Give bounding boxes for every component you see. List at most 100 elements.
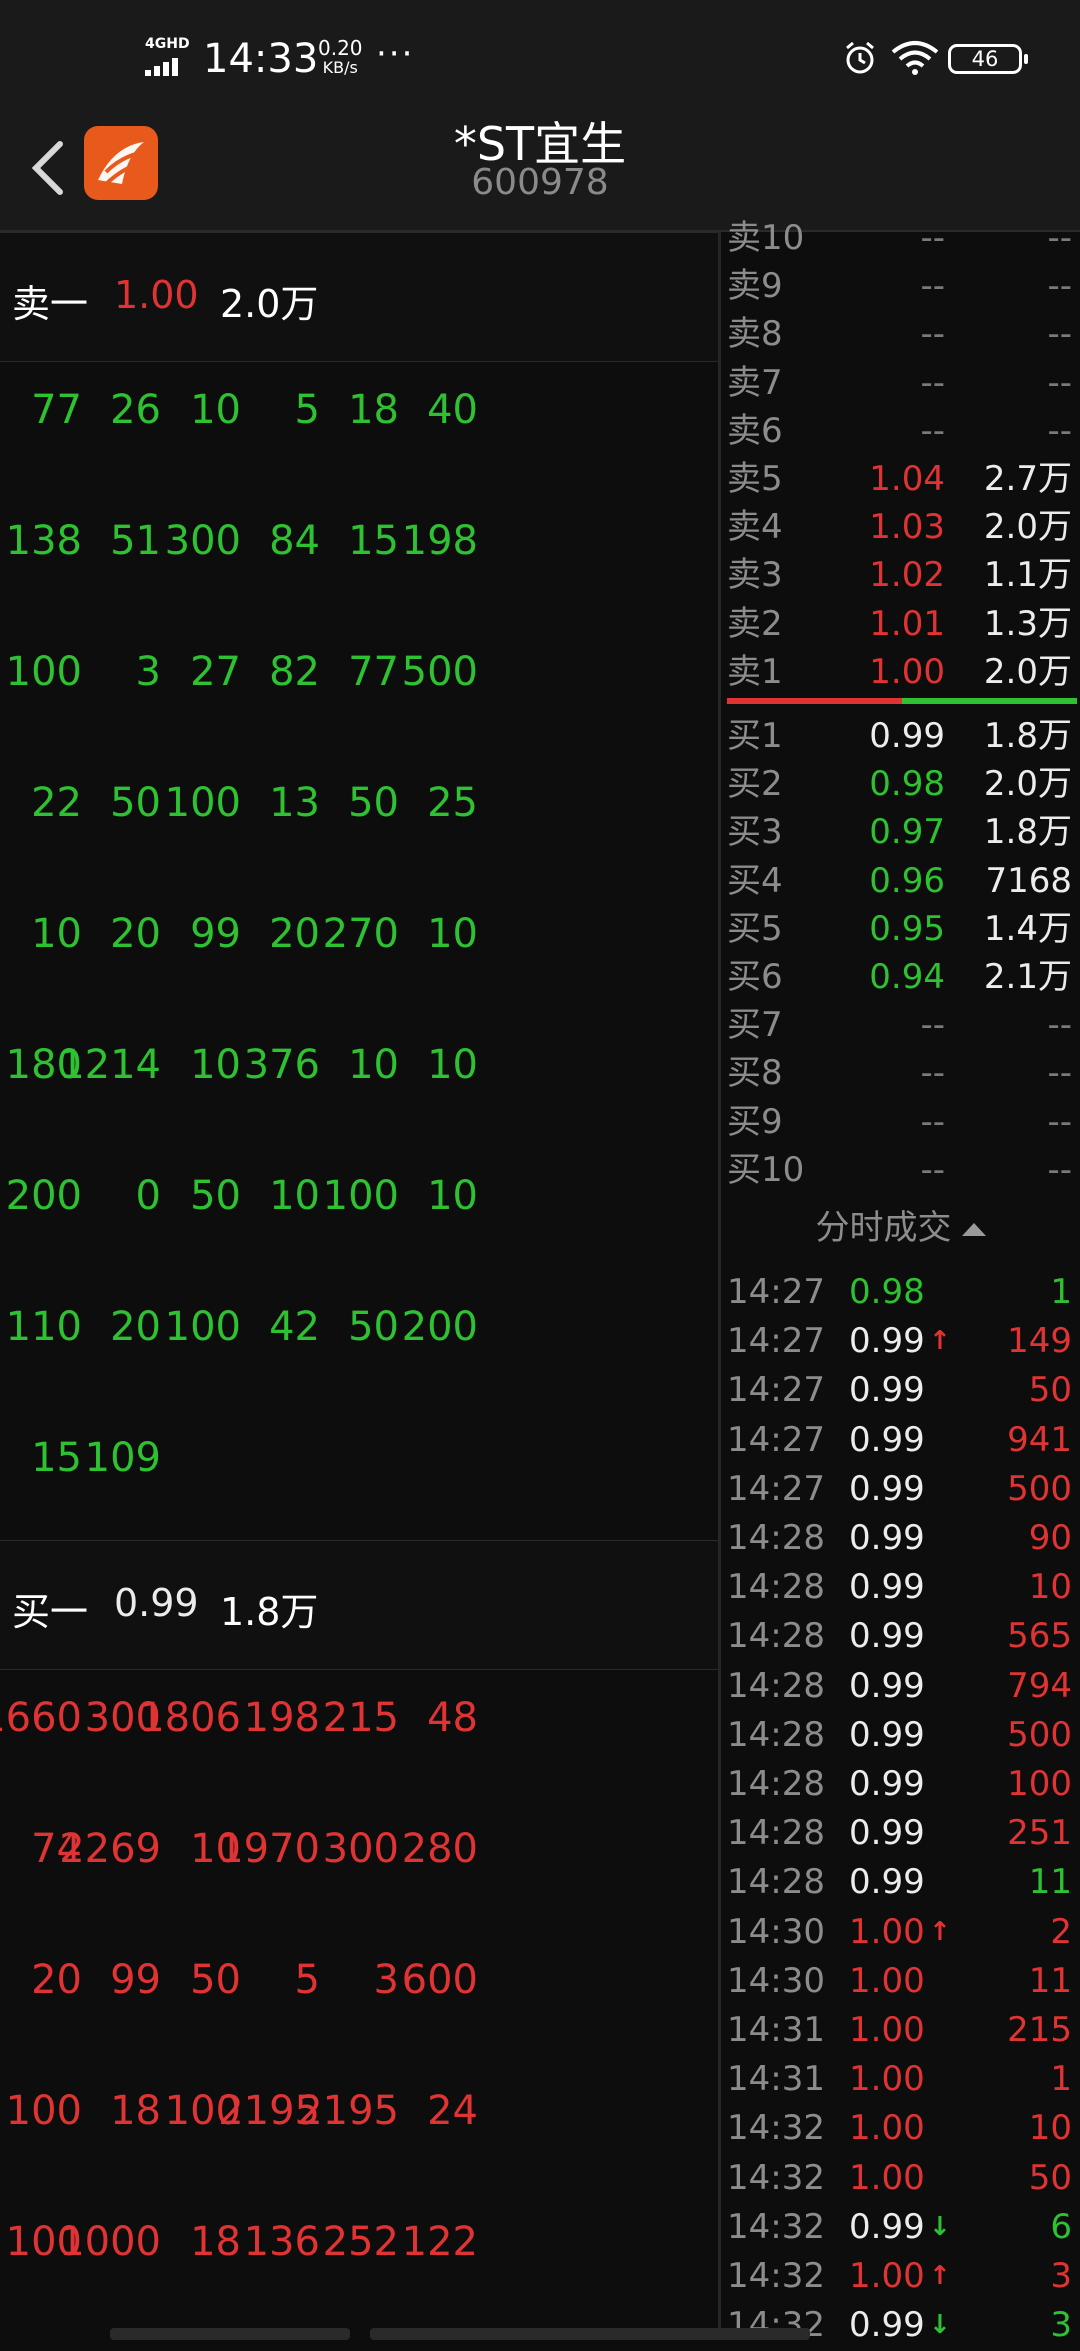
bid-level-name: 买7 — [727, 1005, 783, 1046]
queue-order-size: 198 — [401, 518, 478, 564]
trade-row: 14:28 0.99 500 — [721, 1711, 1080, 1760]
bid-level-name: 买10 — [727, 1149, 805, 1190]
trade-time: 14:27 — [727, 1419, 825, 1460]
ask-level-row[interactable]: 卖6 -- -- — [721, 407, 1080, 455]
trade-row: 14:31 1.00 215 — [721, 2006, 1080, 2055]
bid-level-row[interactable]: 买5 0.95 1.4万 — [721, 905, 1080, 953]
trade-time: 14:28 — [727, 1518, 825, 1558]
order-book-panel[interactable]: 卖10 -- -- 卖9 -- -- 卖8 -- -- 卖7 -- -- 卖6 -- -- 卖5 1.04 2.7… — [721, 218, 1080, 2345]
sell-one-volume: 2.0万 — [220, 282, 319, 326]
trade-price: 0.99 — [849, 1321, 925, 1362]
trade-row: 14:27 0.98 1 — [721, 1268, 1080, 1317]
bid-level-volume: 1.8万 — [983, 716, 1072, 756]
queue-order-size: 25 — [427, 780, 478, 826]
trade-row: 14:32 1.00 10 — [721, 2104, 1080, 2153]
trade-row: 14:32 0.99 ↓ 6 — [721, 2203, 1080, 2252]
trade-row: 14:27 0.99 50 — [721, 1366, 1080, 1415]
battery-icon: 46 — [948, 44, 1028, 74]
ask-level-row[interactable]: 卖8 -- -- — [721, 310, 1080, 358]
ask-level-price: 1.01 — [869, 603, 945, 644]
trade-time: 14:32 — [727, 2305, 825, 2346]
trade-volume: 3 — [1050, 2256, 1072, 2296]
bid-ask-ratio-bar — [727, 698, 1077, 704]
bid-level-price: -- — [920, 1005, 945, 1046]
status-bar: 4GHD 14:33 0.20 KB/s ··· 46 — [0, 0, 1080, 120]
trade-volume: 50 — [1028, 1370, 1072, 1411]
trade-row: 14:32 1.00 50 — [721, 2154, 1080, 2203]
trade-time: 14:28 — [727, 1567, 825, 1608]
ask-level-volume: 1.1万 — [983, 555, 1072, 596]
trade-price: 0.99 — [849, 1862, 925, 1903]
trade-time: 14:28 — [727, 1862, 825, 1903]
trade-time: 14:32 — [727, 2108, 825, 2149]
ask-level-row[interactable]: 卖7 -- -- — [721, 359, 1080, 407]
trade-price: 1.00 — [849, 2059, 925, 2100]
trade-time: 14:32 — [727, 2256, 825, 2296]
trade-volume: 90 — [1028, 1518, 1072, 1558]
trade-time: 14:30 — [727, 1911, 825, 1952]
trade-volume: 794 — [1007, 1665, 1072, 1706]
trade-time: 14:28 — [727, 1714, 825, 1755]
trade-volume: 251 — [1007, 1813, 1072, 1854]
ask-level-name: 卖5 — [727, 459, 783, 499]
bid-level-volume: -- — [1047, 1053, 1072, 1094]
wifi-icon — [891, 41, 939, 75]
bid-level-volume: 7168 — [985, 860, 1072, 901]
trade-volume: 10 — [1028, 2108, 1072, 2149]
bid-level-row[interactable]: 买8 -- -- — [721, 1049, 1080, 1097]
trade-price: 0.99 — [849, 1419, 925, 1460]
bid-level-row[interactable]: 买10 -- -- — [721, 1146, 1080, 1194]
ask-level-row[interactable]: 卖1 1.00 2.0万 — [721, 648, 1080, 696]
speed-value: 0.20 — [318, 36, 363, 60]
bid-level-name: 买8 — [727, 1053, 783, 1094]
ask-level-volume: -- — [1047, 218, 1072, 258]
ask-level-name: 卖4 — [727, 507, 783, 548]
queue-order-size: 109 — [84, 1435, 161, 1481]
ask-level-row[interactable]: 卖5 1.04 2.7万 — [721, 455, 1080, 503]
ask-level-name: 卖2 — [727, 603, 783, 644]
trade-price: 1.00 — [849, 1960, 925, 2001]
queue-order-size: 40 — [427, 387, 478, 433]
ask-level-volume: 2.0万 — [983, 507, 1072, 548]
ask-level-row[interactable]: 卖10 -- -- — [721, 214, 1080, 262]
queue-row: 20 99 50 5 3 600 — [0, 1958, 718, 2089]
trade-time: 14:27 — [727, 1370, 825, 1411]
ask-level-row[interactable]: 卖9 -- -- — [721, 262, 1080, 310]
trade-time: 14:28 — [727, 1665, 825, 1706]
trade-row: 14:28 0.99 100 — [721, 1760, 1080, 1809]
trade-row: 14:31 1.00 1 — [721, 2055, 1080, 2104]
trade-row: 14:27 0.99 ↑ 149 — [721, 1317, 1080, 1366]
trade-row: 14:28 0.99 794 — [721, 1662, 1080, 1711]
queue-row: 110 20 100 42 50 200 — [0, 1305, 718, 1436]
ask-level-volume: -- — [1047, 362, 1072, 403]
bid-level-name: 买1 — [727, 716, 783, 756]
trades-header[interactable]: 分时成交 — [721, 1202, 1080, 1254]
arrow-down-icon: ↓ — [929, 2310, 951, 2341]
trade-volume: 11 — [1028, 1960, 1072, 2001]
queue-row: 100 18 100 2195 2195 24 — [0, 2089, 718, 2220]
bid-level-row[interactable]: 买2 0.98 2.0万 — [721, 760, 1080, 808]
speed-unit: KB/s — [322, 58, 358, 77]
bid-level-volume: -- — [1047, 1005, 1072, 1046]
bid-level-volume: 2.1万 — [983, 957, 1072, 997]
queue-row: 1660300180619821548 — [0, 1696, 718, 1827]
queue-order-size: 122 — [401, 2219, 478, 2265]
bid-level-price: 0.99 — [869, 716, 945, 756]
bid-level-row[interactable]: 买3 0.97 1.8万 — [721, 808, 1080, 856]
trade-price: 0.99 — [849, 1468, 925, 1509]
queue-row: 100 3 27 82 77 500 — [0, 650, 718, 781]
more-notifications-icon: ··· — [376, 34, 415, 74]
queue-panel[interactable]: 卖一 1.00 2.0万 77 26 10 5 18 40 138 51 300 84 15 198 1… — [0, 232, 718, 2340]
ask-level-row[interactable]: 卖3 1.02 1.1万 — [721, 551, 1080, 599]
bid-level-row[interactable]: 买6 0.94 2.1万 — [721, 953, 1080, 1001]
bid-level-row[interactable]: 买1 0.99 1.8万 — [721, 712, 1080, 760]
sell-one-label: 卖一 — [12, 282, 89, 326]
bid-level-row[interactable]: 买9 -- -- — [721, 1098, 1080, 1146]
ask-level-row[interactable]: 卖2 1.01 1.3万 — [721, 600, 1080, 648]
bid-level-row[interactable]: 买4 0.96 7168 — [721, 857, 1080, 905]
bid-level-name: 买4 — [727, 860, 783, 901]
trade-price: 0.99 — [849, 1714, 925, 1755]
ask-level-row[interactable]: 卖4 1.03 2.0万 — [721, 503, 1080, 551]
trade-volume: 500 — [1007, 1468, 1072, 1509]
bid-level-row[interactable]: 买7 -- -- — [721, 1001, 1080, 1049]
